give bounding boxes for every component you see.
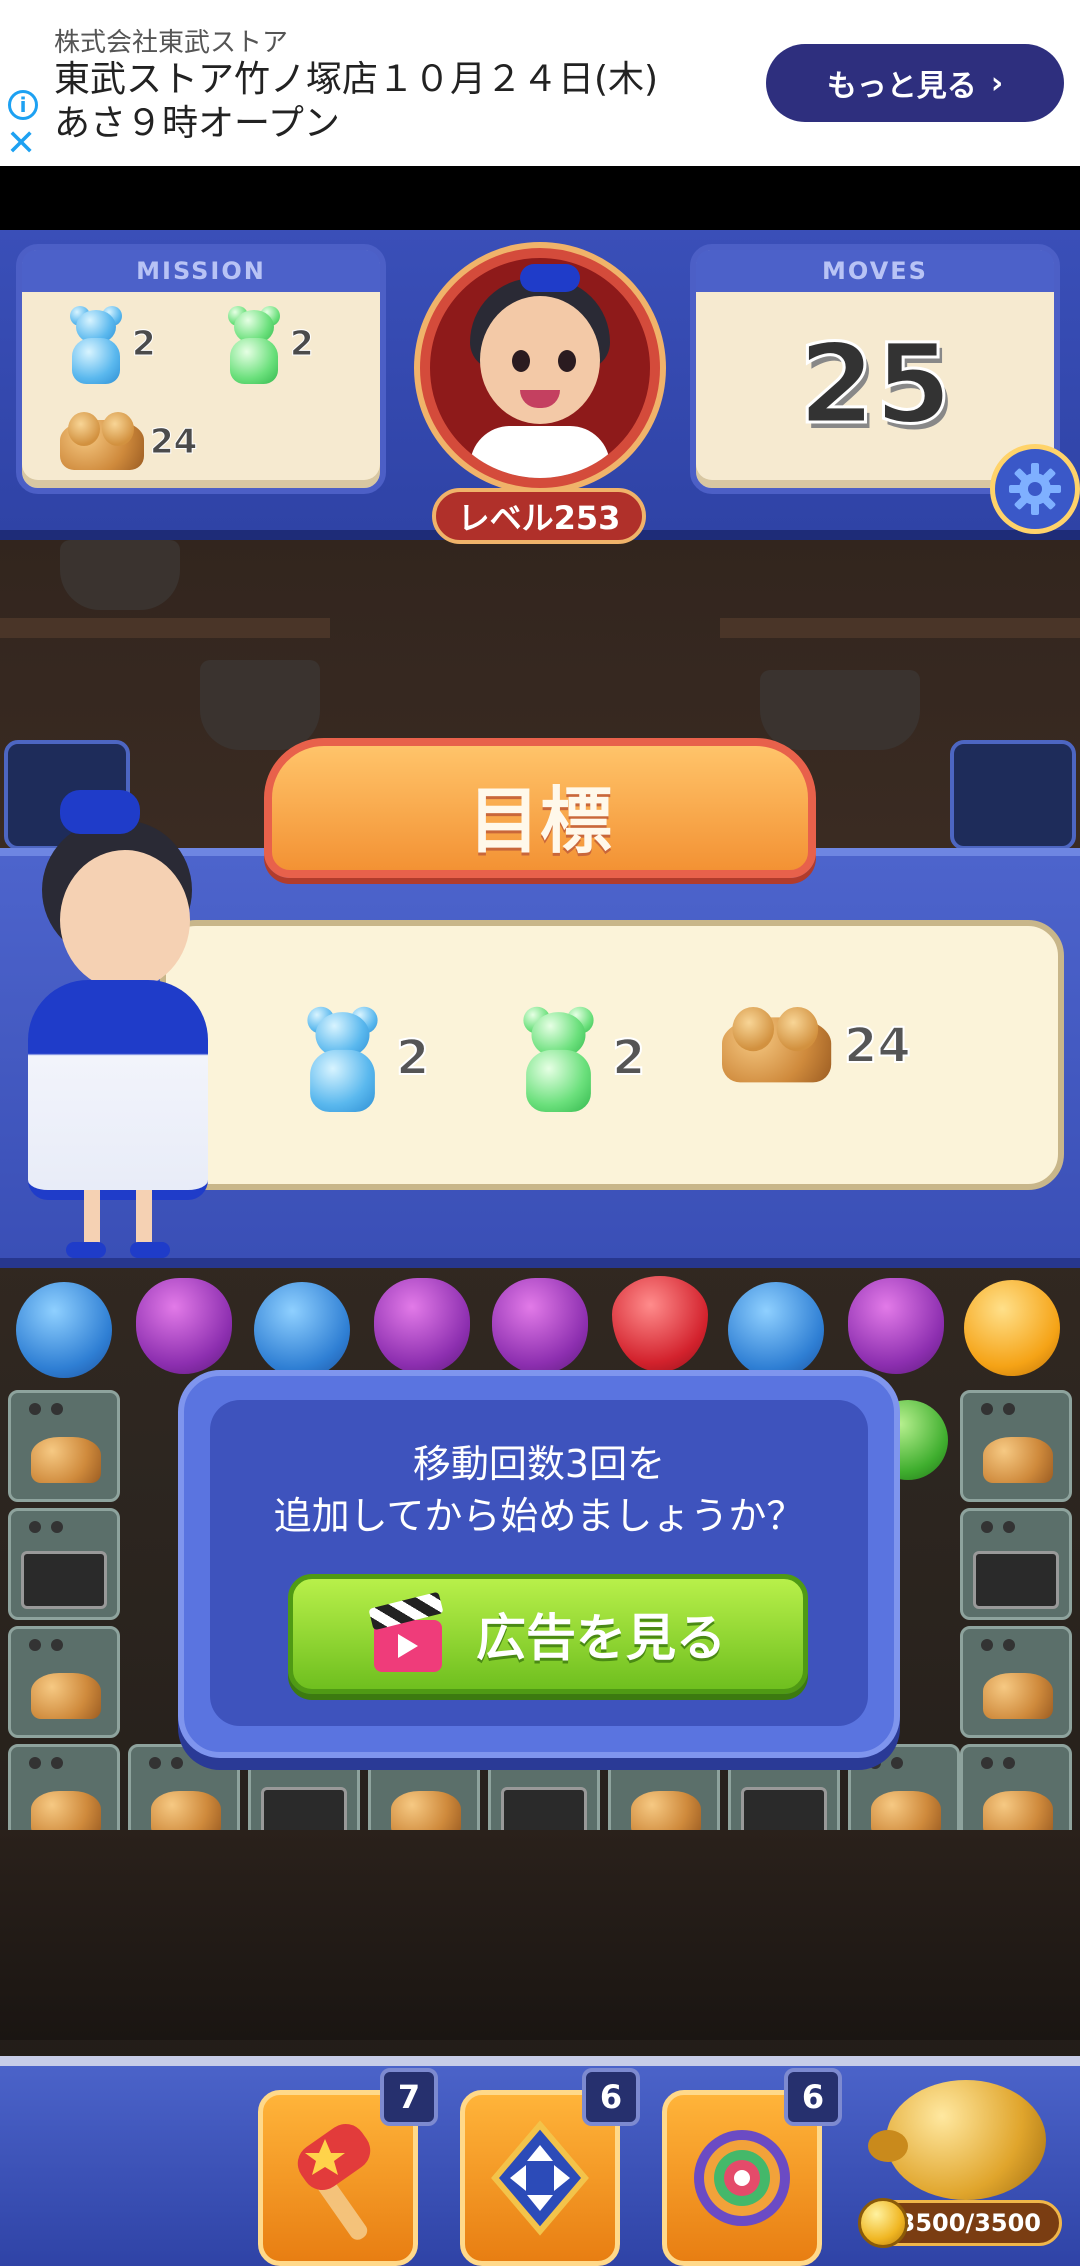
- candy-grape[interactable]: [848, 1278, 944, 1374]
- ad-headline-line1: 東武ストア竹ノ塚店１０月２４日(木): [54, 59, 659, 100]
- mission-count: 2: [132, 324, 157, 365]
- piggy-bank-icon: [886, 2080, 1046, 2200]
- candy-strawberry[interactable]: [612, 1276, 708, 1372]
- booster-hammer-count: 7: [380, 2068, 438, 2126]
- ad-headline-line2: あさ９時オープン: [54, 103, 340, 144]
- objective-goal: 2: [302, 1006, 430, 1112]
- booster-swap-count: 6: [582, 2068, 640, 2126]
- coin-icon: [858, 2198, 908, 2248]
- candy-grape[interactable]: [374, 1278, 470, 1374]
- moves-title: MOVES: [696, 250, 1054, 292]
- green-gummy-bear-icon: [224, 302, 284, 386]
- moves-count: 25: [797, 319, 953, 450]
- dialog-message-line2: 追加してから始めましょうか？: [273, 1494, 805, 1538]
- mission-item-blue-gummy: 2: [66, 302, 156, 386]
- mission-item-green-gummy: 2: [224, 302, 314, 386]
- objective-goal: 2: [518, 1006, 646, 1112]
- info-icon[interactable]: i: [8, 90, 38, 120]
- close-icon[interactable]: ✕: [6, 126, 36, 162]
- candy-blue[interactable]: [254, 1282, 350, 1378]
- oven-cell: [960, 1390, 1072, 1502]
- booster-rainbow-count: 6: [784, 2068, 842, 2126]
- bow-icon: [520, 264, 580, 292]
- extra-moves-dialog: 移動回数3回を 追加してから始めましょうか？ 広告を見る: [178, 1370, 900, 1758]
- kitchen-shelf: [720, 618, 1080, 638]
- level-badge: レベル253: [432, 488, 646, 544]
- side-tile-right: [950, 740, 1076, 850]
- objective-goal: 24: [722, 1007, 912, 1083]
- ad-banner[interactable]: 株式会社東武ストア 東武ストア竹ノ塚店１０月２４日(木) あさ９時オープン i …: [0, 0, 1080, 166]
- character-avatar: [420, 248, 660, 488]
- kitchen-pot: [200, 660, 320, 750]
- dialog-message: 移動回数3回を 追加してから始めましょうか？: [210, 1438, 868, 1542]
- dialog-message-line1: 移動回数3回を: [412, 1442, 666, 1486]
- candy-grape[interactable]: [492, 1278, 588, 1374]
- oven-cell: [8, 1626, 120, 1738]
- kitchen-floor: [0, 1830, 1080, 2040]
- objective-card: 2 2 24: [160, 920, 1064, 1190]
- game-screen: MISSION 2 2 24 レベル253 MOVES 25 目標 2 2 24…: [0, 230, 1080, 2266]
- mission-panel: MISSION 2 2 24: [16, 244, 386, 494]
- mission-count: 24: [149, 422, 198, 463]
- settings-button[interactable]: [990, 444, 1080, 534]
- ad-company: 株式会社東武ストア: [54, 28, 289, 58]
- oven-cell: [960, 1626, 1072, 1738]
- candy-blue[interactable]: [728, 1282, 824, 1378]
- objective-count: 2: [395, 1029, 430, 1087]
- kitchen-pot: [760, 670, 920, 750]
- mission-item-bread: 24: [60, 412, 198, 472]
- kitchen-shelf: [0, 618, 330, 638]
- objective-banner: 目標: [264, 738, 816, 878]
- green-gummy-bear-icon: [518, 1001, 599, 1114]
- ad-more-button[interactable]: もっと見る ›: [766, 44, 1064, 122]
- objective-count: 24: [843, 1017, 912, 1075]
- chevron-right-icon: ›: [990, 65, 1004, 101]
- kitchen-pot: [60, 540, 180, 610]
- bow-icon: [60, 790, 140, 834]
- ad-more-label: もっと見る: [826, 69, 977, 104]
- objective-count: 2: [611, 1029, 646, 1087]
- oven-cell: [8, 1508, 120, 1620]
- candy-orange[interactable]: [964, 1280, 1060, 1376]
- bread-icon: [60, 412, 144, 472]
- mission-title: MISSION: [22, 250, 380, 292]
- mascot-character: [20, 790, 220, 1480]
- gear-icon: [1009, 463, 1061, 515]
- clapperboard-icon: [368, 1591, 446, 1674]
- watch-ad-label: 広告を見る: [476, 1609, 726, 1667]
- ad-headline[interactable]: 東武ストア竹ノ塚店１０月２４日(木) あさ９時オープン: [54, 58, 714, 146]
- blue-gummy-bear-icon: [66, 302, 126, 386]
- objective-title: 目標: [467, 779, 612, 863]
- bread-icon: [722, 1007, 832, 1085]
- oven-cell: [960, 1508, 1072, 1620]
- watch-ad-button[interactable]: 広告を見る: [288, 1574, 808, 1694]
- blue-gummy-bear-icon: [302, 1001, 383, 1114]
- mission-count: 2: [290, 324, 315, 365]
- hud: MISSION 2 2 24 レベル253 MOVES 25: [0, 230, 1080, 544]
